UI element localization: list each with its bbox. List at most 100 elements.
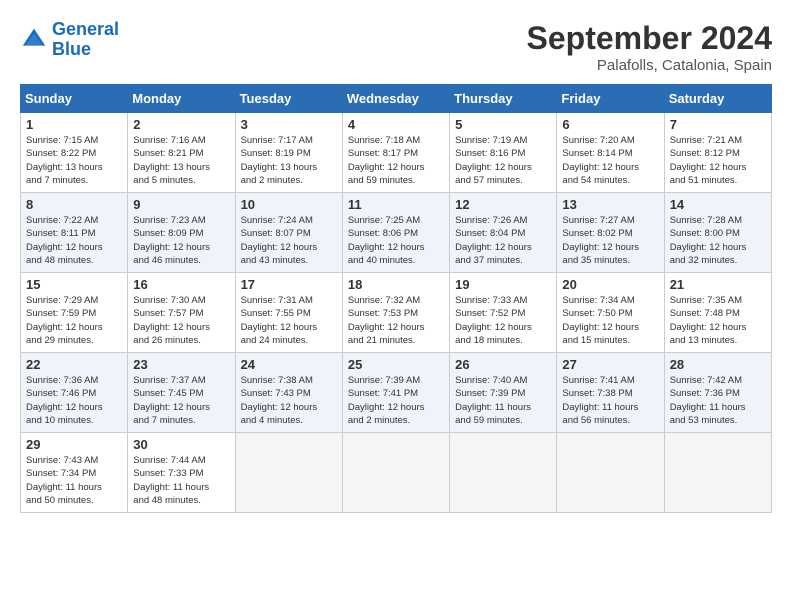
day-info: Sunrise: 7:42 AM Sunset: 7:36 PM Dayligh…: [670, 374, 766, 427]
day-info: Sunrise: 7:19 AM Sunset: 8:16 PM Dayligh…: [455, 134, 551, 187]
day-info: Sunrise: 7:39 AM Sunset: 7:41 PM Dayligh…: [348, 374, 444, 427]
day-cell: 14Sunrise: 7:28 AM Sunset: 8:00 PM Dayli…: [664, 193, 771, 273]
day-number: 4: [348, 117, 444, 132]
day-cell: 10Sunrise: 7:24 AM Sunset: 8:07 PM Dayli…: [235, 193, 342, 273]
header-thursday: Thursday: [450, 85, 557, 113]
day-number: 3: [241, 117, 337, 132]
day-cell: 3Sunrise: 7:17 AM Sunset: 8:19 PM Daylig…: [235, 113, 342, 193]
day-info: Sunrise: 7:30 AM Sunset: 7:57 PM Dayligh…: [133, 294, 229, 347]
day-cell: 22 Sunrise: 7:36 AM Sunset: 7:46 PM Dayli…: [21, 353, 128, 433]
day-number: 7: [670, 117, 766, 132]
day-cell: 12 Sunrise: 7:26 AM Sunset: 8:04 PM Dayli…: [450, 193, 557, 273]
day-cell: 19 Sunrise: 7:33 AM Sunset: 7:52 PM Dayli…: [450, 273, 557, 353]
day-number: 28: [670, 357, 766, 372]
day-info: Sunrise: 7:40 AM Sunset: 7:39 PM Dayligh…: [455, 374, 551, 427]
day-info: Sunrise: 7:31 AM Sunset: 7:55 PM Dayligh…: [241, 294, 337, 347]
header-tuesday: Tuesday: [235, 85, 342, 113]
logo-line1: General: [52, 19, 119, 39]
logo-icon: [20, 26, 48, 54]
day-cell: [557, 433, 664, 513]
day-cell: 30 Sunrise: 7:44 AM Sunset: 7:33 PM Dayli…: [128, 433, 235, 513]
location: Palafolls, Catalonia, Spain: [527, 57, 772, 74]
day-number: 19: [455, 277, 551, 292]
day-cell: [450, 433, 557, 513]
day-info: Sunrise: 7:37 AM Sunset: 7:45 PM Dayligh…: [133, 374, 229, 427]
day-cell: 21Sunrise: 7:35 AM Sunset: 7:48 PM Dayli…: [664, 273, 771, 353]
logo-line2: Blue: [52, 39, 91, 59]
day-info: Sunrise: 7:36 AM Sunset: 7:46 PM Dayligh…: [26, 374, 122, 427]
day-cell: 8 Sunrise: 7:22 AM Sunset: 8:11 PM Daylig…: [21, 193, 128, 273]
day-number: 29: [26, 437, 122, 452]
day-cell: 7 Sunrise: 7:21 AM Sunset: 8:12 PM Daylig…: [664, 113, 771, 193]
day-info: Sunrise: 7:29 AM Sunset: 7:59 PM Dayligh…: [26, 294, 122, 347]
day-cell: 13 Sunrise: 7:27 AM Sunset: 8:02 PM Dayli…: [557, 193, 664, 273]
day-cell: 23 Sunrise: 7:37 AM Sunset: 7:45 PM Dayli…: [128, 353, 235, 433]
day-cell: 11 Sunrise: 7:25 AM Sunset: 8:06 PM Dayli…: [342, 193, 449, 273]
day-number: 30: [133, 437, 229, 452]
day-cell: [342, 433, 449, 513]
calendar-table: SundayMondayTuesdayWednesdayThursdayFrid…: [20, 84, 772, 513]
day-number: 5: [455, 117, 551, 132]
day-number: 24: [241, 357, 337, 372]
header-saturday: Saturday: [664, 85, 771, 113]
week-row-2: 8 Sunrise: 7:22 AM Sunset: 8:11 PM Daylig…: [21, 193, 772, 273]
day-cell: 16 Sunrise: 7:30 AM Sunset: 7:57 PM Dayli…: [128, 273, 235, 353]
day-info: Sunrise: 7:26 AM Sunset: 8:04 PM Dayligh…: [455, 214, 551, 267]
day-number: 9: [133, 197, 229, 212]
day-number: 8: [26, 197, 122, 212]
day-cell: 6 Sunrise: 7:20 AM Sunset: 8:14 PM Daylig…: [557, 113, 664, 193]
month-title: September 2024: [527, 20, 772, 57]
day-cell: 4Sunrise: 7:18 AM Sunset: 8:17 PM Daylig…: [342, 113, 449, 193]
day-number: 11: [348, 197, 444, 212]
day-info: Sunrise: 7:34 AM Sunset: 7:50 PM Dayligh…: [562, 294, 658, 347]
day-info: Sunrise: 7:32 AM Sunset: 7:53 PM Dayligh…: [348, 294, 444, 347]
day-info: Sunrise: 7:21 AM Sunset: 8:12 PM Dayligh…: [670, 134, 766, 187]
day-info: Sunrise: 7:38 AM Sunset: 7:43 PM Dayligh…: [241, 374, 337, 427]
day-cell: 2Sunrise: 7:16 AM Sunset: 8:21 PM Daylig…: [128, 113, 235, 193]
day-info: Sunrise: 7:33 AM Sunset: 7:52 PM Dayligh…: [455, 294, 551, 347]
day-number: 22: [26, 357, 122, 372]
day-cell: 26 Sunrise: 7:40 AM Sunset: 7:39 PM Dayli…: [450, 353, 557, 433]
day-cell: 25Sunrise: 7:39 AM Sunset: 7:41 PM Dayli…: [342, 353, 449, 433]
day-number: 26: [455, 357, 551, 372]
day-cell: 15 Sunrise: 7:29 AM Sunset: 7:59 PM Dayli…: [21, 273, 128, 353]
day-cell: 24 Sunrise: 7:38 AM Sunset: 7:43 PM Dayli…: [235, 353, 342, 433]
header-sunday: Sunday: [21, 85, 128, 113]
day-number: 20: [562, 277, 658, 292]
day-info: Sunrise: 7:25 AM Sunset: 8:06 PM Dayligh…: [348, 214, 444, 267]
day-info: Sunrise: 7:41 AM Sunset: 7:38 PM Dayligh…: [562, 374, 658, 427]
day-info: Sunrise: 7:22 AM Sunset: 8:11 PM Dayligh…: [26, 214, 122, 267]
day-cell: 17 Sunrise: 7:31 AM Sunset: 7:55 PM Dayli…: [235, 273, 342, 353]
day-number: 23: [133, 357, 229, 372]
day-info: Sunrise: 7:43 AM Sunset: 7:34 PM Dayligh…: [26, 454, 122, 507]
calendar-header-row: SundayMondayTuesdayWednesdayThursdayFrid…: [21, 85, 772, 113]
day-number: 16: [133, 277, 229, 292]
day-number: 15: [26, 277, 122, 292]
day-info: Sunrise: 7:23 AM Sunset: 8:09 PM Dayligh…: [133, 214, 229, 267]
day-cell: 20 Sunrise: 7:34 AM Sunset: 7:50 PM Dayli…: [557, 273, 664, 353]
week-row-1: 1Sunrise: 7:15 AM Sunset: 8:22 PM Daylig…: [21, 113, 772, 193]
logo-text: General Blue: [52, 20, 119, 60]
day-info: Sunrise: 7:24 AM Sunset: 8:07 PM Dayligh…: [241, 214, 337, 267]
day-number: 6: [562, 117, 658, 132]
day-number: 13: [562, 197, 658, 212]
header-friday: Friday: [557, 85, 664, 113]
header-monday: Monday: [128, 85, 235, 113]
title-block: September 2024 Palafolls, Catalonia, Spa…: [527, 20, 772, 74]
day-number: 12: [455, 197, 551, 212]
day-number: 17: [241, 277, 337, 292]
page-header: General Blue September 2024 Palafolls, C…: [20, 20, 772, 74]
day-cell: [664, 433, 771, 513]
day-cell: 9 Sunrise: 7:23 AM Sunset: 8:09 PM Daylig…: [128, 193, 235, 273]
day-cell: 5 Sunrise: 7:19 AM Sunset: 8:16 PM Daylig…: [450, 113, 557, 193]
day-info: Sunrise: 7:27 AM Sunset: 8:02 PM Dayligh…: [562, 214, 658, 267]
day-info: Sunrise: 7:16 AM Sunset: 8:21 PM Dayligh…: [133, 134, 229, 187]
day-info: Sunrise: 7:44 AM Sunset: 7:33 PM Dayligh…: [133, 454, 229, 507]
day-cell: 27 Sunrise: 7:41 AM Sunset: 7:38 PM Dayli…: [557, 353, 664, 433]
day-number: 27: [562, 357, 658, 372]
day-info: Sunrise: 7:20 AM Sunset: 8:14 PM Dayligh…: [562, 134, 658, 187]
week-row-5: 29 Sunrise: 7:43 AM Sunset: 7:34 PM Dayli…: [21, 433, 772, 513]
day-number: 21: [670, 277, 766, 292]
day-cell: 1Sunrise: 7:15 AM Sunset: 8:22 PM Daylig…: [21, 113, 128, 193]
day-number: 1: [26, 117, 122, 132]
